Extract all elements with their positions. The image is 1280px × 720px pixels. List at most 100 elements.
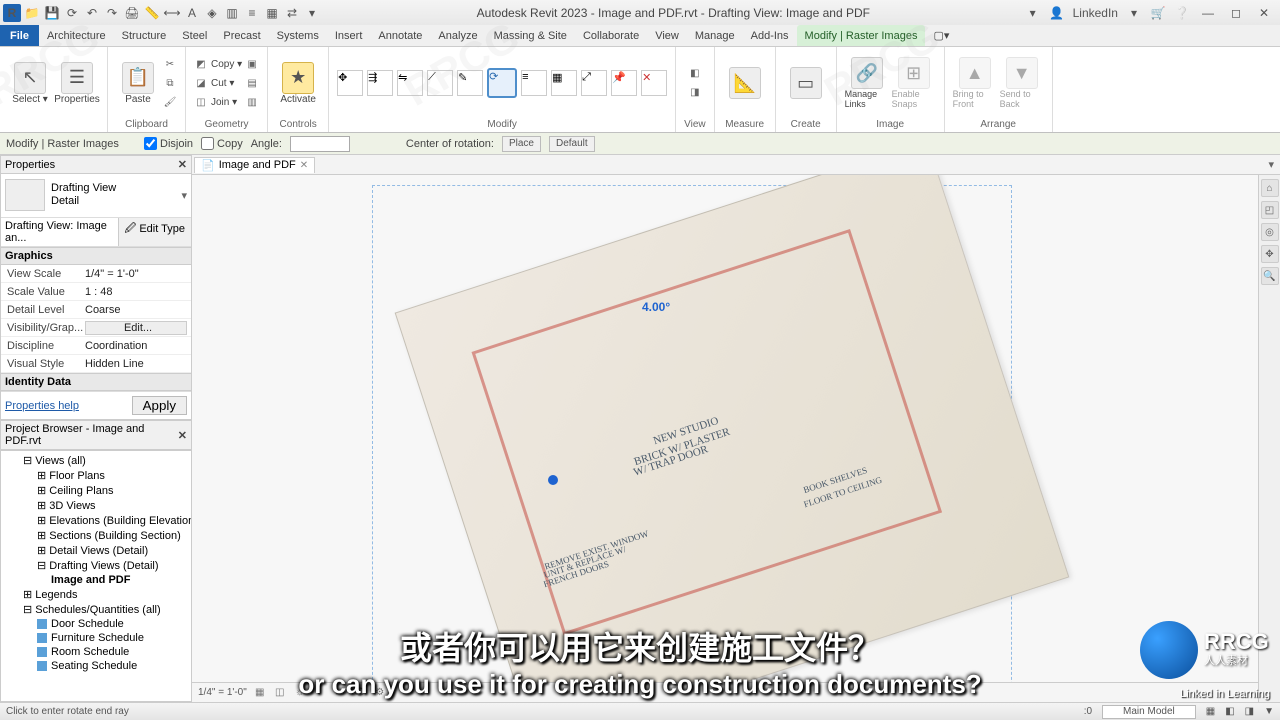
property-value[interactable]: 1 : 48 [81, 286, 191, 298]
properties-panel-header[interactable]: Properties ✕ [0, 155, 192, 174]
default-button[interactable]: Default [549, 136, 595, 152]
paste-label[interactable]: Paste [125, 94, 151, 105]
tree-room-schedule[interactable]: Room Schedule [3, 645, 189, 659]
sb-a-icon[interactable]: ▦ [1206, 706, 1215, 717]
property-value[interactable]: Edit... [85, 321, 187, 335]
view-scale[interactable]: 1/4" = 1'-0" [198, 687, 247, 698]
instance-filter[interactable]: Drafting View: Image an... [1, 218, 118, 246]
property-row[interactable]: Detail LevelCoarse [1, 301, 191, 319]
maximize-button[interactable]: ◻ [1226, 5, 1246, 21]
tree-3d-views[interactable]: ⊞ 3D Views [3, 498, 189, 513]
qat-section-icon[interactable]: ▥ [223, 4, 241, 22]
tree-seating-schedule[interactable]: Seating Schedule [3, 659, 189, 673]
property-row[interactable]: Scale Value1 : 48 [1, 283, 191, 301]
sb-filter-icon[interactable]: ▼ [1264, 706, 1274, 717]
delete-icon[interactable]: ✕ [641, 70, 667, 96]
doc-tab-close-icon[interactable]: ✕ [300, 160, 308, 171]
tree-schedules[interactable]: ⊟ Schedules/Quantities (all) [3, 602, 189, 617]
sb-b-icon[interactable]: ◧ [1225, 706, 1234, 717]
property-row[interactable]: View Scale1/4" = 1'-0" [1, 265, 191, 283]
nav-wheel-icon[interactable]: ◎ [1261, 223, 1279, 241]
property-value[interactable]: 1/4" = 1'-0" [81, 268, 191, 280]
tree-floor-plans[interactable]: ⊞ Floor Plans [3, 468, 189, 483]
qat-dropdown-icon[interactable]: ▾ [303, 4, 321, 22]
create-icon[interactable]: ▭ [790, 67, 822, 99]
close-button[interactable]: ✕ [1254, 5, 1274, 21]
vc-crop-icon[interactable]: ▭ [333, 686, 347, 700]
property-value[interactable]: Coordination [81, 340, 191, 352]
angle-input[interactable] [290, 136, 350, 152]
tree-door-schedule[interactable]: Door Schedule [3, 617, 189, 631]
cut-tool[interactable]: ✂ [163, 56, 177, 73]
scale-icon[interactable]: ⤢ [581, 70, 607, 96]
qat-close-hidden-icon[interactable]: ▦ [263, 4, 281, 22]
tab-structure[interactable]: Structure [114, 25, 175, 46]
workset-selector[interactable]: Main Model [1102, 705, 1196, 719]
vc-hide-icon[interactable]: 👁 [353, 686, 367, 700]
group-graphics[interactable]: Graphics [1, 247, 191, 265]
tab-systems[interactable]: Systems [269, 25, 327, 46]
property-row[interactable]: DisciplineCoordination [1, 337, 191, 355]
minimize-button[interactable]: — [1198, 5, 1218, 21]
offset-icon[interactable]: ⇶ [367, 70, 393, 96]
tree-current-view[interactable]: Image and PDF [3, 573, 189, 587]
help-icon[interactable]: ❔ [1174, 5, 1190, 21]
align-icon[interactable]: ≡ [521, 70, 547, 96]
array-icon[interactable]: ▦ [551, 70, 577, 96]
qat-text-icon[interactable]: A [183, 4, 201, 22]
tree-drafting-views[interactable]: ⊟ Drafting Views (Detail) [3, 558, 189, 573]
cope-tool[interactable]: ◩Copy ▾ [194, 56, 242, 73]
signin-name[interactable]: LinkedIn [1073, 6, 1118, 20]
selection-count[interactable]: :0 [1084, 706, 1092, 717]
edit-type-button[interactable]: 🖉 Edit Type [118, 218, 191, 246]
cut-geom-tool[interactable]: ◪Cut ▾ [194, 75, 242, 92]
apply-button[interactable]: Apply [132, 396, 187, 415]
property-value[interactable]: Coarse [81, 304, 191, 316]
document-tab[interactable]: 📄 Image and PDF ✕ [194, 157, 315, 173]
property-value[interactable]: Hidden Line [81, 358, 191, 370]
tab-insert[interactable]: Insert [327, 25, 371, 46]
vc-sun-icon[interactable]: ☼ [293, 686, 307, 700]
paste-icon[interactable]: 📋 [122, 62, 154, 94]
vc-detail-icon[interactable]: ▦ [253, 686, 267, 700]
tree-views[interactable]: ⊟ Views (all) [3, 453, 189, 468]
tab-collaborate[interactable]: Collaborate [575, 25, 647, 46]
tree-detail-views[interactable]: ⊞ Detail Views (Detail) [3, 543, 189, 558]
tree-ceiling-plans[interactable]: ⊞ Ceiling Plans [3, 483, 189, 498]
place-button[interactable]: Place [502, 136, 541, 152]
tab-addins[interactable]: Add-Ins [743, 25, 797, 46]
disjoin-check[interactable]: Disjoin [144, 137, 193, 150]
exchange-icon[interactable]: ▾ [1126, 5, 1142, 21]
qat-dim-icon[interactable]: ⟷ [163, 4, 181, 22]
qat-measure-icon[interactable]: 📏 [143, 4, 161, 22]
tree-furniture-schedule[interactable]: Furniture Schedule [3, 631, 189, 645]
properties-panel-close-icon[interactable]: ✕ [178, 158, 187, 171]
vc-style-icon[interactable]: ◫ [273, 686, 287, 700]
qat-thin-icon[interactable]: ≡ [243, 4, 261, 22]
qat-3d-icon[interactable]: ◈ [203, 4, 221, 22]
keytips-icon[interactable]: ▾ [1025, 5, 1041, 21]
tree-sections[interactable]: ⊞ Sections (Building Section) [3, 528, 189, 543]
vc-shadow-icon[interactable]: ◐ [313, 686, 327, 700]
copy-clip-tool[interactable]: ⧉ [163, 75, 177, 92]
nav-pan-icon[interactable]: ✥ [1261, 245, 1279, 263]
user-icon[interactable]: 👤 [1049, 5, 1065, 21]
type-selector[interactable]: Drafting ViewDetail ▾ [1, 173, 191, 218]
app-logo[interactable]: R [3, 4, 21, 22]
qat-print-icon[interactable]: 🖨 [123, 4, 141, 22]
move-icon[interactable]: ✥ [337, 70, 363, 96]
temporary-dimension[interactable]: 4.00° [642, 300, 670, 314]
property-row[interactable]: Visual StyleHidden Line [1, 355, 191, 373]
property-row[interactable]: Visibility/Grap...Edit... [1, 319, 191, 337]
measure-icon[interactable]: 📐 [729, 67, 761, 99]
tab-precast[interactable]: Precast [215, 25, 268, 46]
browser-panel-close-icon[interactable]: ✕ [178, 429, 187, 442]
nav-cube-icon[interactable]: ◰ [1261, 201, 1279, 219]
nav-home-icon[interactable]: ⌂ [1261, 179, 1279, 197]
activate-label[interactable]: Activate [280, 94, 316, 105]
type-selector-dropdown-icon[interactable]: ▾ [181, 189, 187, 202]
pin-icon[interactable]: 📌 [611, 70, 637, 96]
tab-steel[interactable]: Steel [174, 25, 215, 46]
copy-check[interactable]: Copy [201, 137, 243, 150]
tab-manage[interactable]: Manage [687, 25, 743, 46]
